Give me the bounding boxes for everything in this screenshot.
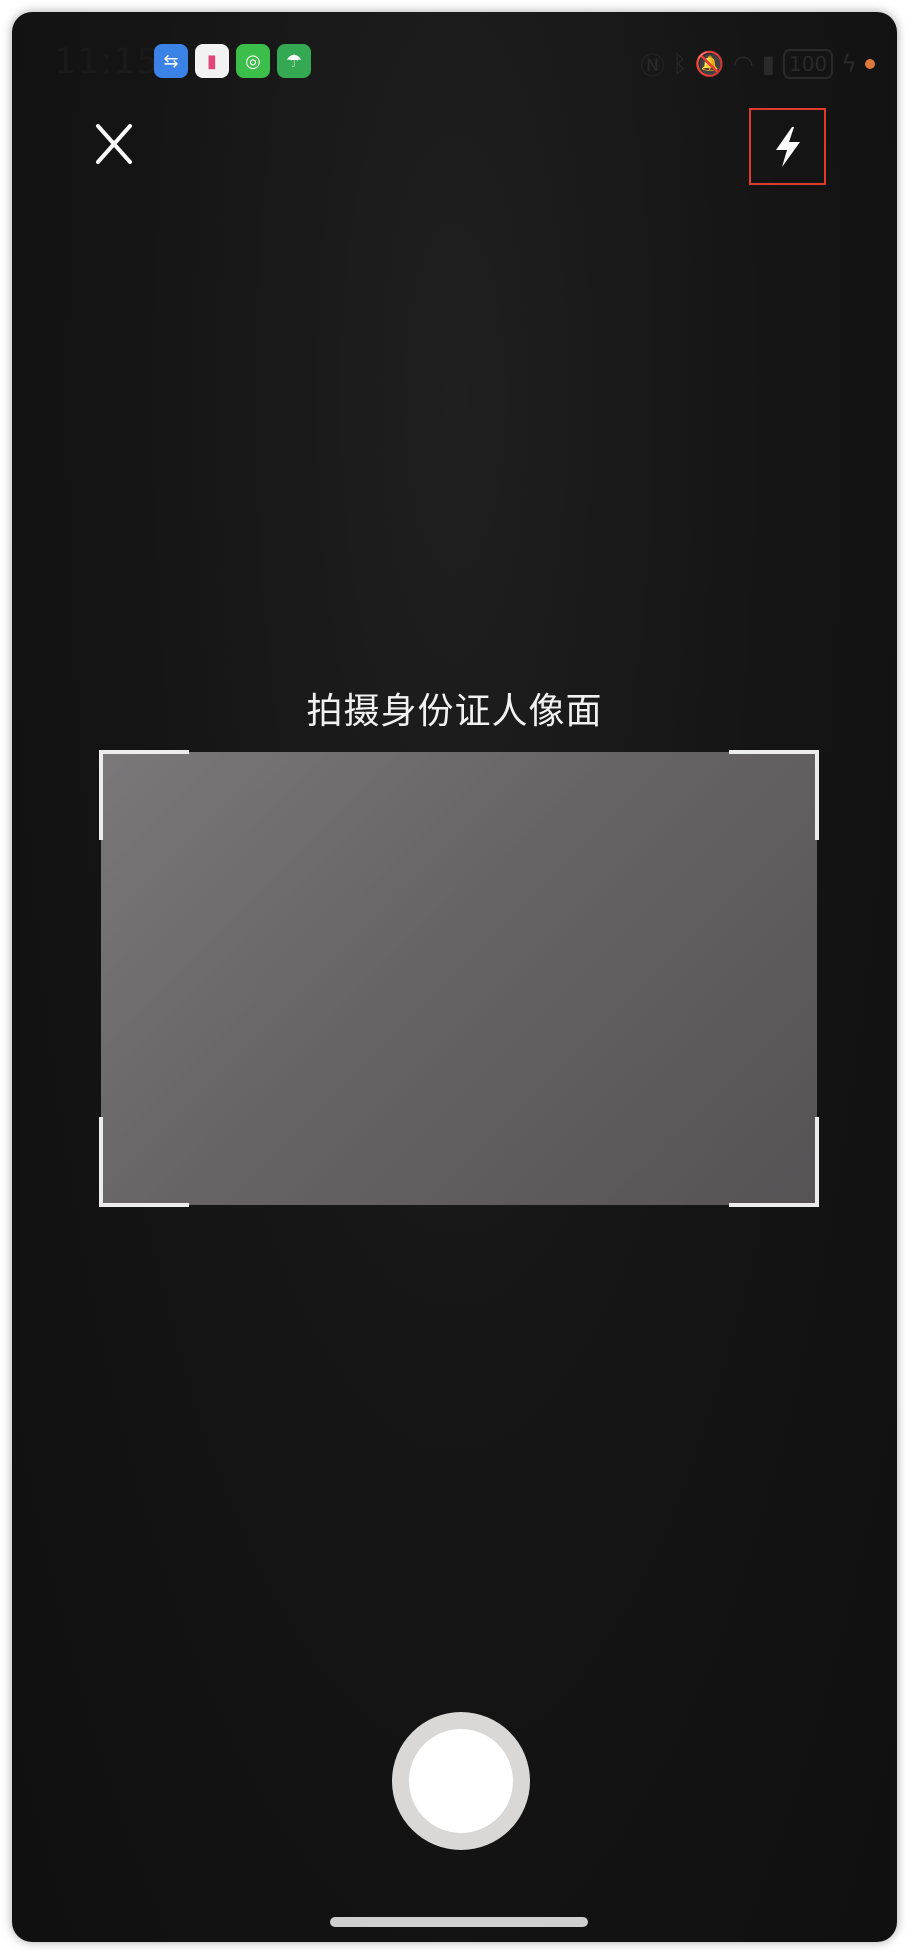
close-icon <box>96 124 132 164</box>
status-time: 11:15 <box>54 42 160 82</box>
close-button[interactable] <box>94 122 134 166</box>
viewfinder-corner-top-right <box>729 750 819 840</box>
viewfinder-corner-bottom-right <box>729 1117 819 1207</box>
flash-button[interactable] <box>749 108 826 185</box>
id-card-viewfinder <box>99 750 819 1207</box>
viewfinder-corner-bottom-left <box>99 1117 189 1207</box>
sim-icon: ▮ <box>761 49 775 78</box>
wechat-icon: ◎ <box>236 44 270 78</box>
home-indicator[interactable] <box>330 1917 588 1927</box>
flash-icon <box>775 126 800 167</box>
shutter-button[interactable] <box>392 1712 530 1850</box>
usb-icon: ⇆ <box>154 44 188 78</box>
charging-icon: ϟ <box>841 49 857 78</box>
bluetooth-icon: ᛒ <box>672 49 687 78</box>
camera-screen: 11:15 ⇆ ▮ ◎ ☂ Ⓝ ᛒ 🔕 ◠ ▮ 100 ϟ 拍摄身份证人像面 <box>12 12 897 1942</box>
viewfinder-corner-top-left <box>99 750 189 840</box>
privacy-indicator-dot <box>865 58 875 69</box>
wifi-icon: ◠ <box>732 49 754 78</box>
mute-icon: 🔕 <box>694 49 725 78</box>
notification-app-icons: ⇆ ▮ ◎ ☂ <box>154 44 311 78</box>
nfc-icon: Ⓝ <box>640 52 665 80</box>
system-status-icons: Ⓝ ᛒ 🔕 ◠ ▮ 100 ϟ <box>640 46 875 81</box>
battery-level: 100 <box>782 48 834 79</box>
umbrella-app-icon: ☂ <box>277 44 311 78</box>
book-app-icon: ▮ <box>195 44 229 78</box>
status-bar: 11:15 ⇆ ▮ ◎ ☂ Ⓝ ᛒ 🔕 ◠ ▮ 100 ϟ <box>12 12 897 112</box>
capture-instruction-title: 拍摄身份证人像面 <box>306 691 603 732</box>
shutter-button-inner <box>409 1729 513 1833</box>
